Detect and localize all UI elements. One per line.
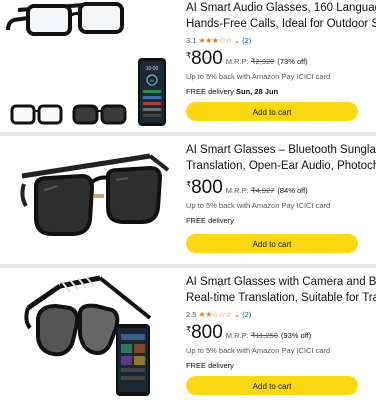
- mrp: M.R.P: ₹2,920: [226, 57, 275, 66]
- phone-time: 10:00: [146, 66, 159, 72]
- phone-label: AI: [150, 78, 154, 83]
- rating-row[interactable]: 2.5 ★★☆☆☆ ⌄ (2): [186, 309, 376, 319]
- product-card-1[interactable]: 10:00 AI AI Smart Audio Glasses, 160 Lan…: [0, 0, 376, 132]
- star-icon[interactable]: ★★☆☆☆: [198, 310, 232, 319]
- discount: (84% off): [277, 186, 308, 195]
- mrp-label: M.R.P:: [225, 331, 249, 340]
- add-to-cart-button[interactable]: Add to cart: [186, 376, 358, 395]
- chevron-down-icon[interactable]: ⌄: [234, 310, 240, 319]
- mrp-label: M.R.P:: [225, 57, 249, 66]
- add-to-cart-button[interactable]: Add to cart: [186, 234, 358, 253]
- delivery-label: FREE delivery: [186, 216, 234, 225]
- cashback-text: Up to 5% back with Amazon Pay ICICI card: [186, 201, 331, 210]
- rating-value: 3.1: [186, 35, 197, 45]
- mrp-value: ₹2,920: [250, 57, 275, 66]
- cashback-text: Up to 5% back with Amazon Pay ICICI card: [186, 346, 331, 355]
- title-line[interactable]: AI Smart Audio Glasses, 160 Languages: [186, 0, 376, 16]
- rating-count[interactable]: (2): [242, 36, 251, 45]
- delivery-date: Sun, 28 Jun: [236, 87, 279, 96]
- delivery-info: FREE delivery: [186, 361, 376, 370]
- product-card-3[interactable]: AI Smart Glasses with Camera and Blue Re…: [0, 268, 376, 400]
- title-line[interactable]: AI Smart Glasses with Camera and Blue: [186, 274, 376, 290]
- camera-glasses-image: [24, 275, 152, 396]
- chevron-down-icon[interactable]: ⌄: [234, 36, 240, 45]
- discount: (73% off): [277, 57, 308, 66]
- price: 800: [191, 322, 223, 343]
- mrp-value: ₹11,250: [250, 331, 278, 340]
- price-row: ₹ 800 M.R.P: ₹4,927 (84% off): [186, 178, 376, 198]
- product-image-3[interactable]: [0, 268, 172, 400]
- product-title-1[interactable]: AI Smart Audio Glasses, 160 Languages Ha…: [186, 0, 376, 32]
- product-card-2[interactable]: AI Smart Glasses – Bluetooth Sunglasse T…: [0, 136, 376, 264]
- title-line[interactable]: Real-time Translation, Suitable for Trav…: [186, 290, 376, 306]
- product-title-3[interactable]: AI Smart Glasses with Camera and Blue Re…: [186, 274, 376, 306]
- discount: (93% off): [280, 331, 312, 340]
- smart-glasses-image: 10:00 AI: [6, 2, 166, 126]
- delivery-info: FREE delivery Sun, 28 Jun: [186, 87, 376, 96]
- title-line[interactable]: Translation, Open-Ear Audio, Photochro: [186, 158, 376, 174]
- add-to-cart-button[interactable]: Add to cart: [186, 102, 358, 121]
- star-icon[interactable]: ★★★☆☆: [198, 36, 232, 45]
- product-image-1[interactable]: 10:00 AI: [0, 0, 172, 132]
- mrp: M.R.P: ₹4,927: [226, 186, 275, 195]
- product-info-3: AI Smart Glasses with Camera and Blue Re…: [186, 268, 376, 395]
- delivery-info: FREE delivery: [186, 216, 376, 225]
- price: 800: [191, 177, 223, 198]
- price: 800: [191, 48, 223, 69]
- title-line[interactable]: AI Smart Glasses – Bluetooth Sunglasse: [186, 142, 376, 158]
- price-row: ₹ 800 M.R.P: ₹11,250 (93% off): [186, 323, 376, 343]
- delivery-label: FREE delivery: [186, 87, 234, 96]
- price-row: ₹ 800 M.R.P: ₹2,920 (73% off): [186, 49, 376, 69]
- delivery-label: FREE delivery: [186, 361, 234, 370]
- sunglasses-image: [20, 153, 170, 236]
- rating-row[interactable]: 3.1 ★★★☆☆ ⌄ (2): [186, 35, 376, 45]
- mrp: M.R.P: ₹11,250: [226, 331, 278, 340]
- product-title-2[interactable]: AI Smart Glasses – Bluetooth Sunglasse T…: [186, 142, 376, 174]
- product-info-1: AI Smart Audio Glasses, 160 Languages Ha…: [186, 0, 376, 121]
- product-info-2: AI Smart Glasses – Bluetooth Sunglasse T…: [186, 136, 376, 253]
- rating-count[interactable]: (2): [242, 310, 251, 319]
- cashback-text: Up to 5% back with Amazon Pay ICICI card: [186, 72, 331, 81]
- rating-value: 2.5: [186, 309, 197, 319]
- mrp-value: ₹4,927: [250, 186, 275, 195]
- mrp-label: M.R.P:: [225, 186, 249, 195]
- title-line[interactable]: Hands-Free Calls, Ideal for Outdoor Spo: [186, 16, 376, 32]
- product-image-2[interactable]: [0, 136, 172, 264]
